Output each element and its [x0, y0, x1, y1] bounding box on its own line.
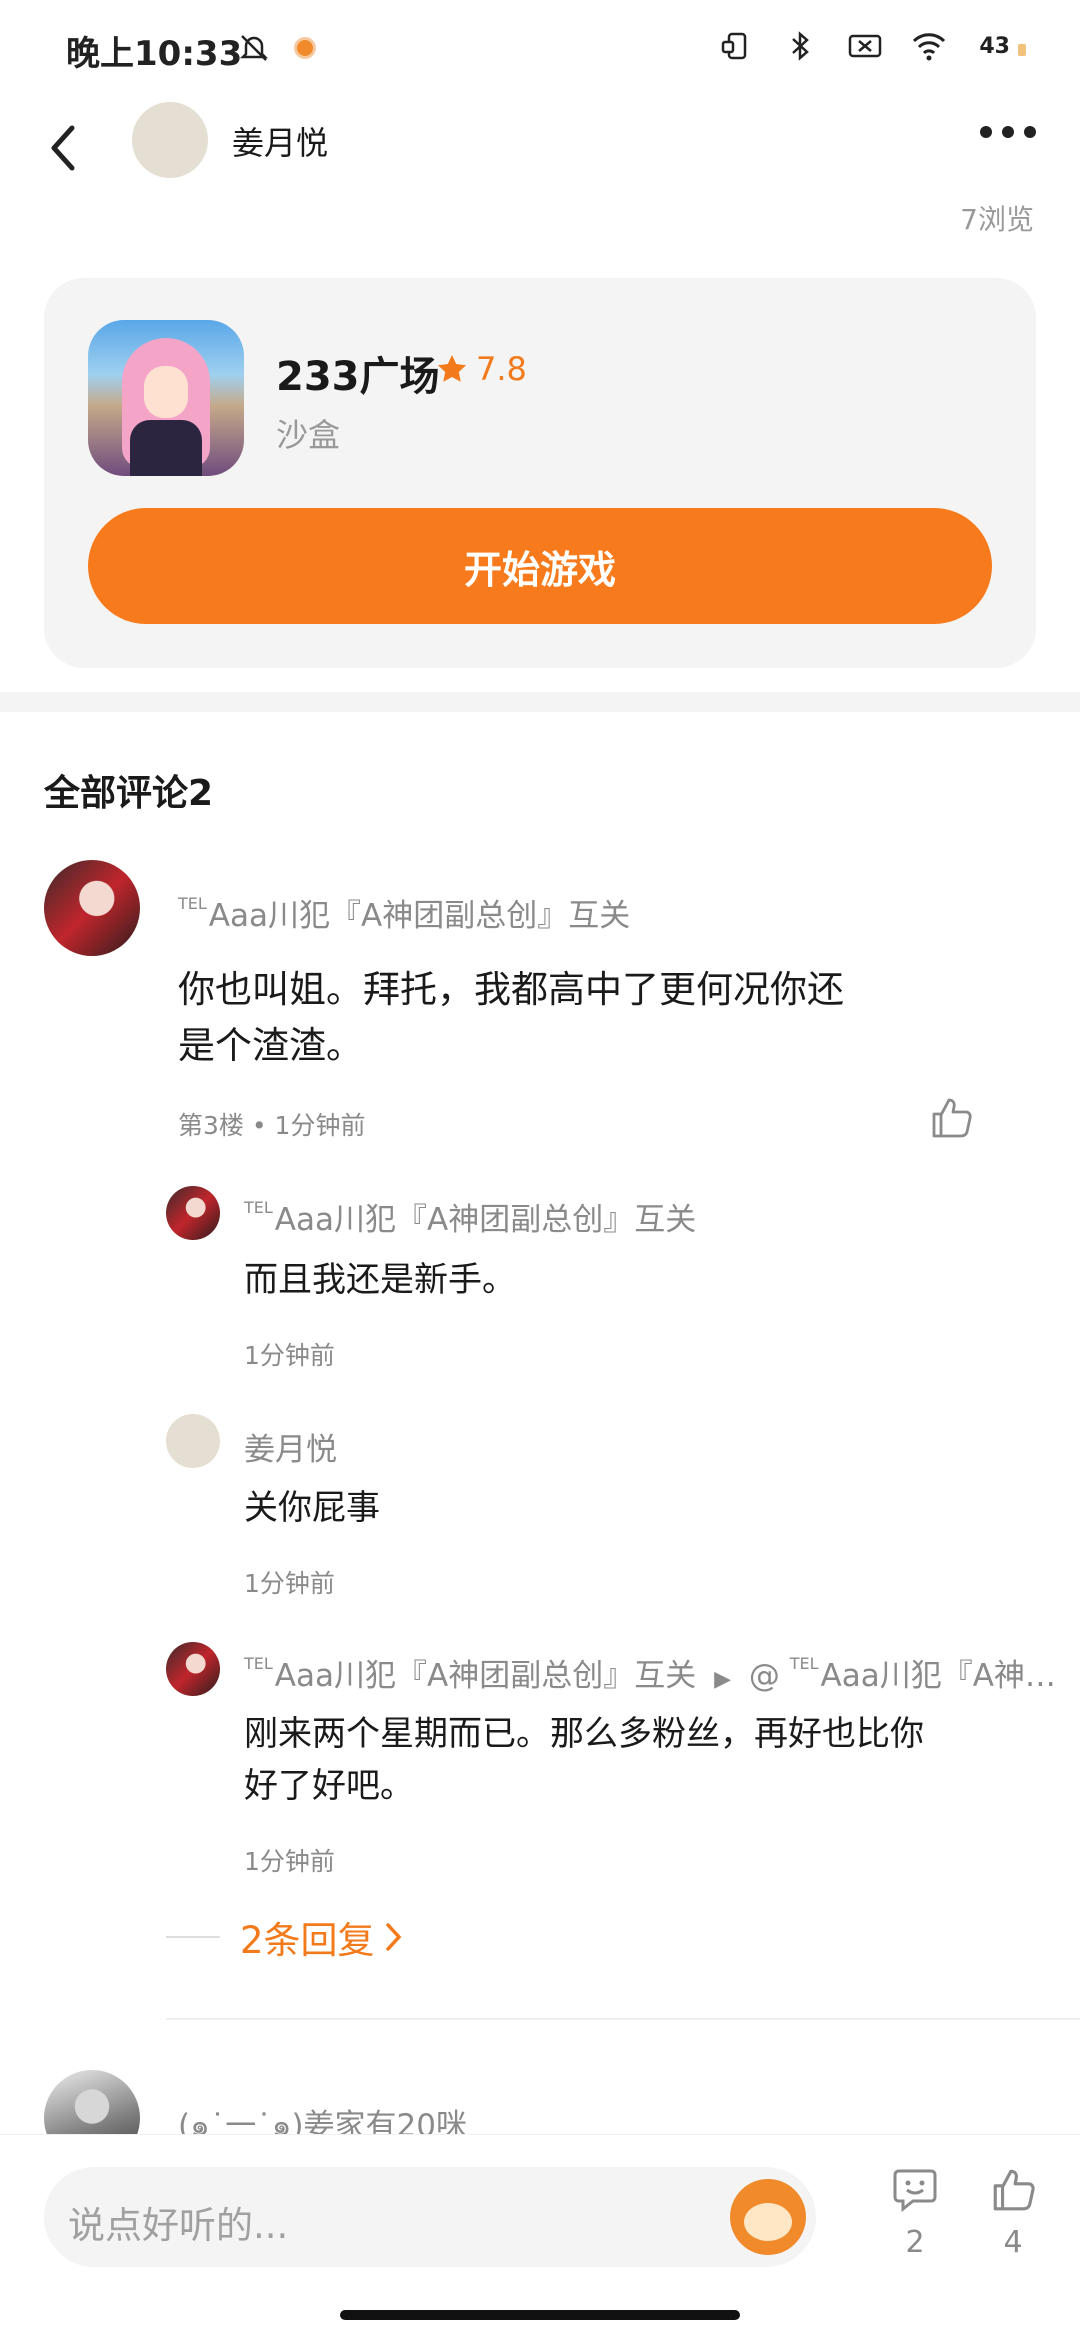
- reply-text[interactable]: 关你屁事: [244, 1482, 380, 1534]
- game-title[interactable]: 233广场: [276, 344, 440, 402]
- status-bar: 晚上10:33 43: [0, 0, 1080, 96]
- comment-input[interactable]: 说点好听的...: [44, 2167, 816, 2267]
- mute-bell-icon: [239, 35, 269, 61]
- reply-text[interactable]: 刚来两个星期而已。那么多粉丝，再好也比你 好了好吧。: [244, 1708, 924, 1812]
- chevron-right-icon: [385, 1923, 401, 1951]
- more-dot-icon: [980, 126, 992, 138]
- comment-meta: 第3楼 • 1分钟前: [178, 1111, 366, 1140]
- status-time: 晚上10:33: [66, 34, 243, 74]
- reply-avatar[interactable]: [166, 1414, 220, 1468]
- rating-value: 7.8: [476, 350, 527, 388]
- more-replies-label[interactable]: 2条回复: [240, 1910, 375, 1964]
- like-count: 4: [1003, 2225, 1023, 2260]
- thumbs-up-icon[interactable]: [928, 1094, 974, 1140]
- reply-to-name[interactable]: Aaa川犯『A神…: [821, 1658, 1056, 1694]
- more-dot-icon: [1002, 126, 1014, 138]
- home-indicator[interactable]: [340, 2310, 740, 2320]
- tel-tag: TEL: [244, 1198, 273, 1217]
- comment-input-placeholder: 说点好听的...: [68, 2204, 289, 2247]
- reply-avatar[interactable]: [166, 1642, 220, 1696]
- reply-to-arrow-icon: ▶: [714, 1667, 731, 1692]
- header: 姜月悦: [0, 96, 1080, 212]
- tel-tag: TEL: [244, 1654, 273, 1673]
- tel-tag: TEL: [789, 1654, 819, 1673]
- back-arrow-icon[interactable]: [44, 120, 84, 176]
- view-count: 7浏览: [960, 203, 1034, 236]
- tel-tag: TEL: [178, 894, 207, 913]
- section-divider: [0, 692, 1080, 712]
- more-options-button[interactable]: [980, 126, 1036, 138]
- like-count-button[interactable]: 4: [978, 2165, 1048, 2260]
- reply-time: 1分钟前: [244, 1341, 335, 1370]
- start-game-button[interactable]: 开始游戏: [88, 508, 992, 624]
- reply-author[interactable]: TELAaa川犯『A神团副总创』互关: [244, 1194, 696, 1239]
- commenter-avatar[interactable]: [44, 860, 140, 956]
- comments-title: 全部评论2: [44, 773, 214, 814]
- screen-rotate-icon: [722, 32, 747, 60]
- game-card[interactable]: 233广场 7.8 沙盒 开始游戏: [44, 278, 1036, 668]
- game-rating: 7.8: [436, 350, 527, 388]
- reply-time: 1分钟前: [244, 1569, 335, 1598]
- reply-author[interactable]: 姜月悦: [244, 1424, 337, 1469]
- game-icon[interactable]: [88, 320, 244, 476]
- comment-count: 2: [905, 2225, 925, 2260]
- comment-text[interactable]: 你也叫姐。拜托，我都高中了更何况你还 是个渣渣。: [178, 962, 844, 1074]
- game-category: 沙盒: [276, 416, 341, 454]
- more-dot-icon: [1024, 126, 1036, 138]
- comment-bubble-icon: [893, 2169, 937, 2213]
- bluetooth-icon: [792, 31, 810, 61]
- mascot-emoji-icon[interactable]: [730, 2179, 806, 2255]
- wifi-icon: [913, 33, 946, 61]
- comment-separator: [166, 2018, 1080, 2020]
- reply-text[interactable]: 而且我还是新手。: [244, 1254, 516, 1306]
- commenter-name[interactable]: TELAaa川犯『A神团副总创』互关: [178, 890, 630, 935]
- reply-to-at: @: [748, 1658, 780, 1694]
- more-replies-link[interactable]: 2条回复: [166, 1910, 405, 1964]
- thumbs-up-icon: [993, 2169, 1035, 2211]
- battery-indicator: 43: [975, 32, 1026, 61]
- no-sim-icon: [849, 34, 882, 58]
- reply-author[interactable]: TELAaa川犯『A神团副总创』互关 ▶ @ TELAaa川犯『A神…: [244, 1650, 1064, 1695]
- reply-avatar[interactable]: [166, 1186, 220, 1240]
- author-name[interactable]: 姜月悦: [232, 118, 328, 164]
- star-icon: [438, 355, 466, 382]
- comment-count-button[interactable]: 2: [880, 2165, 950, 2260]
- author-avatar[interactable]: [132, 102, 208, 178]
- reply-time: 1分钟前: [244, 1847, 335, 1876]
- app-notification-icon: [294, 37, 316, 59]
